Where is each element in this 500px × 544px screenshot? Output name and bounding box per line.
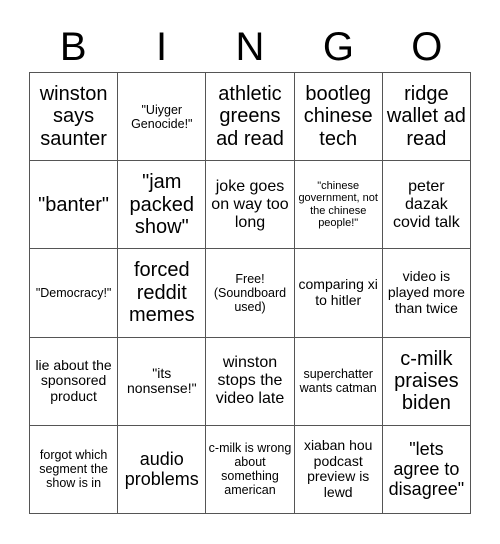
free-space-cell[interactable]: Free! (Soundboard used) xyxy=(206,249,295,338)
header-letter-n: N xyxy=(235,25,265,69)
bingo-cell[interactable]: "banter" xyxy=(30,161,119,250)
bingo-cell[interactable]: audio problems xyxy=(118,425,207,514)
bingo-cell[interactable]: comparing xi to hitler xyxy=(294,249,383,338)
bingo-cell[interactable]: peter dazak covid talk xyxy=(382,161,471,250)
bingo-cell[interactable]: video is played more than twice xyxy=(382,249,471,338)
bingo-cell[interactable]: bootleg chinese tech xyxy=(294,73,383,162)
bingo-cell[interactable]: winston stops the video late xyxy=(206,337,295,426)
bingo-cell[interactable]: forced reddit memes xyxy=(118,249,207,338)
bingo-cell[interactable]: c-milk is wrong about something american xyxy=(206,425,295,514)
bingo-cell[interactable]: "chinese government, not the chinese peo… xyxy=(294,161,383,250)
bingo-cell[interactable]: xiaban hou podcast preview is lewd xyxy=(294,425,383,514)
bingo-cell[interactable]: athletic greens ad read xyxy=(206,73,295,162)
bingo-board: winston says saunter "Uiyger Genocide!" … xyxy=(29,72,471,514)
bingo-cell[interactable]: superchatter wants catman xyxy=(294,337,383,426)
bingo-cell[interactable]: joke goes on way too long xyxy=(206,161,295,250)
bingo-header: B I N G O xyxy=(29,22,471,72)
bingo-cell[interactable]: lie about the sponsored product xyxy=(30,337,119,426)
header-letter-o: O xyxy=(411,25,443,69)
bingo-cell[interactable]: ridge wallet ad read xyxy=(382,73,471,162)
bingo-cell[interactable]: "lets agree to disagree" xyxy=(382,425,471,514)
bingo-cell[interactable]: "its nonsense!" xyxy=(118,337,207,426)
bingo-cell[interactable]: forgot which segment the show is in xyxy=(30,425,119,514)
bingo-cell[interactable]: "Democracy!" xyxy=(30,249,119,338)
bingo-cell[interactable]: "jam packed show" xyxy=(118,161,207,250)
header-letter-g: G xyxy=(322,25,354,69)
bingo-cell[interactable]: "Uiyger Genocide!" xyxy=(118,73,207,162)
bingo-cell[interactable]: winston says saunter xyxy=(30,73,119,162)
header-letter-i: I xyxy=(156,25,168,69)
header-letter-b: B xyxy=(59,25,87,69)
bingo-cell[interactable]: c-milk praises biden xyxy=(382,337,471,426)
